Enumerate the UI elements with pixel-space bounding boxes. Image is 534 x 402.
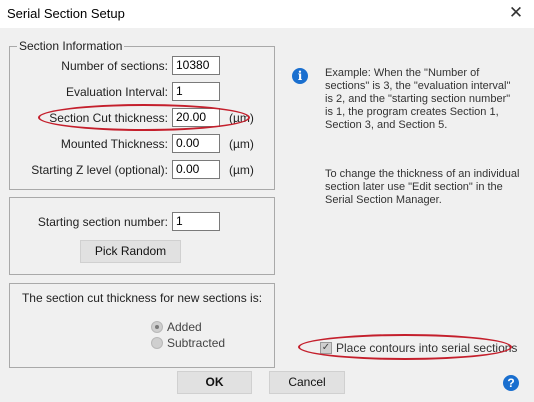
change-thickness-text: To change the thickness of an individual… xyxy=(325,168,520,206)
starting-z-level-unit: (µm) xyxy=(229,163,254,177)
place-contours-highlight xyxy=(298,334,512,360)
section-cut-thickness-highlight xyxy=(38,104,250,131)
evaluation-interval-input[interactable]: 1 xyxy=(172,82,220,101)
mounted-thickness-label: Mounted Thickness: xyxy=(60,137,168,151)
window-title: Serial Section Setup xyxy=(7,6,125,21)
starting-section-group xyxy=(9,197,275,275)
subtracted-radio-label[interactable]: Subtracted xyxy=(167,336,225,350)
info-icon: i xyxy=(292,68,308,84)
example-text: Example: When the "Number of sections" i… xyxy=(325,67,511,131)
section-information-legend: Section Information xyxy=(17,39,125,53)
help-icon[interactable]: ? xyxy=(503,375,519,391)
starting-z-level-label: Starting Z level (optional): xyxy=(31,163,168,177)
title-bar: Serial Section Setup ✕ xyxy=(0,0,534,28)
mounted-thickness-unit: (µm) xyxy=(229,137,254,151)
number-of-sections-label: Number of sections: xyxy=(61,59,168,73)
subtracted-radio[interactable] xyxy=(151,337,163,349)
added-radio[interactable] xyxy=(151,321,163,333)
starting-section-label: Starting section number: xyxy=(37,215,168,229)
mounted-thickness-input[interactable]: 0.00 xyxy=(172,134,220,153)
cancel-button[interactable]: Cancel xyxy=(269,371,345,394)
added-radio-label[interactable]: Added xyxy=(167,320,202,334)
ok-button[interactable]: OK xyxy=(177,371,252,394)
pick-random-button[interactable]: Pick Random xyxy=(80,240,181,263)
evaluation-interval-label: Evaluation Interval: xyxy=(65,85,168,99)
starting-z-level-input[interactable]: 0.00 xyxy=(172,160,220,179)
starting-section-input[interactable]: 1 xyxy=(172,212,220,231)
thickness-mode-label: The section cut thickness for new sectio… xyxy=(21,291,263,305)
number-of-sections-input[interactable]: 10380 xyxy=(172,56,220,75)
close-icon[interactable]: ✕ xyxy=(504,2,528,26)
